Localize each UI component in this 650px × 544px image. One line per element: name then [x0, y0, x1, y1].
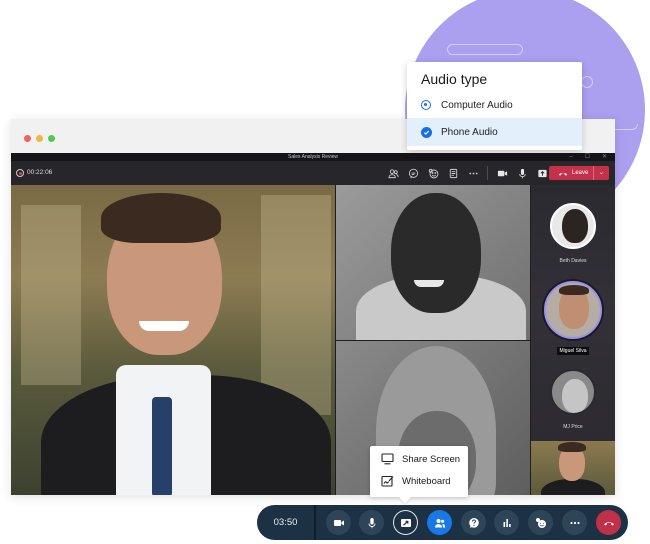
whiteboard-label: Whiteboard — [402, 475, 451, 487]
more-icon[interactable] — [463, 163, 483, 183]
camera-icon[interactable] — [492, 163, 512, 183]
call-control-bar: 03:50 — [257, 505, 628, 540]
background-building — [261, 195, 331, 415]
self-view-video[interactable] — [531, 441, 615, 495]
share-screen-option[interactable]: Share Screen — [370, 448, 468, 470]
meeting-window: Sales Analysis Review – ☐ ✕ 00:22:06 Lea… — [11, 119, 615, 495]
window-controls: – ☐ ✕ — [569, 153, 607, 161]
polls-button[interactable] — [494, 510, 519, 535]
question-bubble-icon — [468, 517, 479, 528]
audio-type-popup: Audio type Computer Audio Phone Audio — [407, 62, 582, 150]
more-options-button[interactable] — [562, 510, 587, 535]
reactions-button[interactable] — [528, 510, 553, 535]
checkmark-icon[interactable] — [421, 126, 432, 138]
radio-selected-icon[interactable] — [421, 100, 431, 110]
close-icon[interactable]: ✕ — [602, 153, 607, 161]
participant-video-1[interactable] — [336, 185, 530, 340]
chat-icon[interactable] — [403, 163, 423, 183]
participant-name: MJ Price — [563, 424, 583, 430]
reactions-icon[interactable] — [423, 163, 443, 183]
self-suit — [541, 479, 605, 495]
more-dots-icon — [569, 521, 580, 524]
recording-timer: 00:22:06 — [27, 169, 53, 176]
hang-up-icon — [558, 172, 568, 176]
microphone-button[interactable] — [359, 510, 384, 535]
recording-icon — [16, 169, 24, 177]
avatar-hair — [559, 285, 589, 295]
whiteboard-icon — [381, 475, 394, 487]
participant-avatar-item[interactable]: MJ Price — [531, 369, 615, 433]
call-timer: 03:50 — [257, 505, 316, 540]
share-content-button[interactable] — [393, 510, 418, 535]
participant-name: Miguel Silva — [556, 347, 590, 355]
avatar — [550, 203, 596, 249]
hang-up-phone-icon — [603, 521, 614, 525]
decorative-pill-outline — [447, 44, 523, 55]
avatar — [550, 369, 596, 415]
end-call-button[interactable] — [596, 510, 621, 535]
minimize-icon[interactable]: – — [569, 153, 572, 161]
close-window-button[interactable] — [24, 135, 31, 142]
meeting-toolbar: 00:22:06 Leave ⌄ — [11, 161, 615, 185]
notes-icon[interactable] — [443, 163, 463, 183]
main-speaker-video[interactable] — [11, 185, 335, 495]
avatar-face — [562, 379, 588, 413]
video-camera-icon — [333, 519, 344, 526]
meeting-title: Sales Analysis Review — [287, 154, 339, 160]
avatar-face — [562, 209, 588, 243]
smile — [139, 321, 189, 331]
monitor-icon — [381, 453, 394, 465]
leave-dropdown-chevron-icon[interactable]: ⌄ — [592, 166, 604, 180]
participant-avatar-item[interactable]: Miguel Silva — [531, 281, 615, 357]
share-screen-label: Share Screen — [402, 453, 461, 465]
participants-icon[interactable] — [383, 163, 403, 183]
minimize-window-button[interactable] — [36, 135, 43, 142]
toolbar-icons — [383, 161, 552, 185]
audio-type-title: Audio type — [421, 71, 488, 87]
computer-audio-label: Computer Audio — [441, 99, 513, 111]
share-screen-icon — [400, 518, 411, 527]
toolbar-divider — [487, 166, 488, 180]
raise-hand-emoji-icon — [535, 517, 546, 528]
phone-audio-label: Phone Audio — [441, 126, 498, 138]
camera-button[interactable] — [326, 510, 351, 535]
mic-icon[interactable] — [512, 163, 532, 183]
computer-audio-option[interactable]: Computer Audio — [407, 91, 582, 119]
tie — [152, 397, 172, 495]
self-hair — [558, 442, 586, 452]
smile — [414, 280, 444, 287]
participant-face — [391, 193, 481, 313]
participant-avatar-item[interactable]: Beth Davies — [531, 203, 615, 267]
bar-chart-icon — [503, 518, 511, 527]
participants-button[interactable] — [427, 510, 452, 535]
leave-label: Leave — [572, 170, 589, 176]
background-building — [21, 205, 81, 385]
participant-name: Beth Davies — [559, 258, 587, 264]
app-title-row: Sales Analysis Review – ☐ ✕ — [11, 153, 615, 161]
speaker-hair — [101, 193, 221, 243]
avatar-active-speaker — [544, 281, 602, 339]
maximize-window-button[interactable] — [48, 135, 55, 142]
whiteboard-option[interactable]: Whiteboard — [370, 470, 468, 492]
restore-icon[interactable]: ☐ — [585, 153, 590, 161]
decorative-ring — [581, 76, 593, 88]
video-grid: Beth Davies Miguel Silva MJ Price — [11, 185, 615, 495]
help-button[interactable] — [461, 510, 486, 535]
share-menu-popup: Share Screen Whiteboard — [370, 446, 468, 497]
microphone-icon — [368, 517, 375, 528]
phone-audio-option[interactable]: Phone Audio — [407, 118, 582, 146]
people-icon — [434, 518, 445, 527]
leave-button[interactable]: Leave ⌄ — [549, 166, 609, 180]
